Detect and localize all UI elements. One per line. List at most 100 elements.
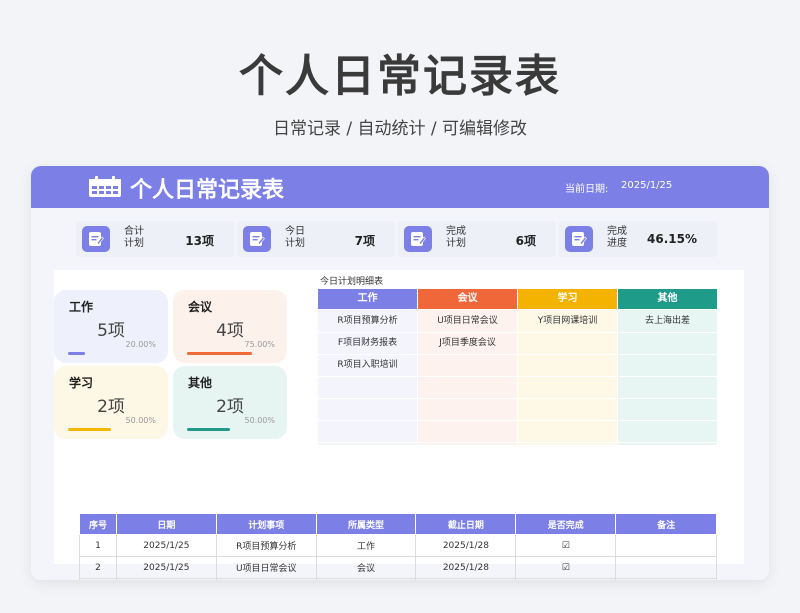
stat-label: 完成 进度 [607, 226, 647, 250]
table-cell[interactable]: R项目预算分析 [215, 534, 317, 557]
detail-cell[interactable] [418, 354, 517, 377]
detail-cell[interactable] [318, 376, 417, 399]
stat-value: 46.15% [647, 232, 697, 246]
stat-label-line: 完成 [607, 226, 627, 237]
current-date: 2025/1/25 [621, 180, 673, 191]
table-cell[interactable]: 2025/1/28 [415, 556, 517, 579]
category-card: 会议 4项 75.00% [173, 290, 287, 363]
stat-label-line: 进度 [607, 238, 627, 249]
stat-value: 6项 [515, 234, 536, 248]
table-cell[interactable]: 2025/1/25 [115, 534, 217, 557]
sheet-banner: 个人日常记录表 当前日期: 2025/1/25 [31, 166, 769, 208]
detail-cell[interactable]: J项目季度会议 [418, 332, 517, 355]
detail-cell[interactable] [618, 398, 717, 421]
stat-label-line: 计划 [124, 238, 144, 249]
log-column-header: 所属类型 [315, 513, 417, 535]
category-name: 其他 [188, 376, 213, 390]
table-row: 2 2025/1/25 U项目日常会议 会议 2025/1/28 ☑ [79, 556, 717, 579]
category-count: 2项 [97, 397, 125, 417]
table-cell[interactable]: 2025/1/28 [415, 534, 517, 557]
detail-column-header: 会议 [418, 289, 517, 309]
log-column-header: 是否完成 [515, 513, 617, 535]
plan-log-table: 序号 日期 计划事项 所属类型 截止日期 是否完成 备注 1 2025/1/25 R项目预算分析… [79, 513, 717, 580]
detail-cell[interactable] [618, 420, 717, 443]
stat-card: 完成 计划 6项 [398, 221, 556, 257]
detail-cell[interactable]: Y项目网课培训 [518, 310, 617, 333]
table-cell[interactable]: 会议 [315, 578, 417, 580]
detail-column-body: R项目预算分析 F项目财务报表 R项目入职培训 [318, 310, 417, 445]
detail-cell[interactable] [618, 376, 717, 399]
stat-label-line: 计划 [285, 238, 305, 249]
completed-checkbox[interactable]: ☑ [515, 534, 617, 557]
stat-card: 完成 进度 46.15% [559, 221, 717, 257]
log-column-header: 截止日期 [415, 513, 517, 535]
category-percent: 50.00% [244, 416, 275, 425]
table-cell[interactable]: 1 [79, 534, 117, 557]
page-subtitle: 日常记录 / 自动统计 / 可编辑修改 [272, 119, 528, 139]
detail-cell[interactable]: R项目入职培训 [318, 354, 417, 377]
page-title: 个人日常记录表 [239, 51, 561, 102]
stat-label: 合计 计划 [124, 226, 164, 250]
category-name: 学习 [69, 376, 94, 390]
detail-cell[interactable]: 去上海出差 [618, 310, 717, 333]
detail-cell[interactable] [418, 398, 517, 421]
completed-checkbox[interactable]: ☑ [515, 556, 617, 579]
detail-cell[interactable] [518, 332, 617, 355]
detail-cell[interactable]: R项目预算分析 [318, 310, 417, 333]
sheet-title: 个人日常记录表 [130, 178, 285, 203]
detail-cell[interactable]: F项目财务报表 [318, 332, 417, 355]
detail-cell[interactable] [318, 420, 417, 443]
completed-checkbox[interactable]: ☑ [515, 578, 617, 580]
table-cell[interactable] [615, 534, 717, 557]
table-row: 1 2025/1/25 R项目预算分析 工作 2025/1/28 ☑ [79, 534, 717, 557]
log-column-header: 计划事项 [215, 513, 317, 535]
table-cell[interactable]: 会议 [315, 556, 417, 579]
detail-cell[interactable] [418, 420, 517, 443]
detail-cell[interactable] [618, 354, 717, 377]
table-cell[interactable]: J项目季度会议 [215, 578, 317, 580]
table-cell[interactable]: U项目日常会议 [215, 556, 317, 579]
table-cell[interactable] [615, 578, 717, 580]
stat-value: 7项 [354, 234, 375, 248]
detail-cell[interactable] [518, 420, 617, 443]
category-card: 学习 2项 50.00% [54, 366, 168, 439]
detail-cell[interactable] [518, 376, 617, 399]
detail-column-body: 去上海出差 [618, 310, 717, 445]
category-count: 4项 [216, 321, 244, 341]
log-column-header: 序号 [79, 513, 117, 535]
table-cell[interactable]: 工作 [315, 534, 417, 557]
stat-label-line: 完成 [446, 226, 466, 237]
detail-cell[interactable] [518, 354, 617, 377]
detail-cell[interactable] [518, 398, 617, 421]
edit-icon [404, 226, 432, 252]
stat-label: 完成 计划 [446, 226, 486, 250]
log-header-row: 序号 日期 计划事项 所属类型 截止日期 是否完成 备注 [79, 513, 717, 535]
table-cell[interactable]: 2025/1/25 [115, 578, 217, 580]
category-progress-bar [187, 428, 230, 431]
detail-cell[interactable]: U项目日常会议 [418, 310, 517, 333]
category-percent: 20.00% [125, 340, 156, 349]
category-progress-bar [68, 428, 111, 431]
detail-cell[interactable] [318, 398, 417, 421]
record-sheet-card: 个人日常记录表 当前日期: 2025/1/25 合计 计划 13项 今日 计划 7项 完成计… [31, 166, 769, 580]
log-column-header: 日期 [115, 513, 217, 535]
sheet-body: 合计 计划 13项 今日 计划 7项 完成 计划 6项 完成 进度 46.15% 工作 5项 20.00%… [31, 208, 769, 580]
detail-cell[interactable] [418, 376, 517, 399]
category-card: 工作 5项 20.00% [54, 290, 168, 363]
table-cell[interactable]: 3 [79, 578, 117, 580]
log-column-header: 备注 [615, 513, 717, 535]
stat-label-line: 计划 [446, 238, 466, 249]
stat-label-line: 今日 [285, 226, 305, 237]
detail-column-header: 其他 [618, 289, 717, 309]
detail-column-header: 工作 [318, 289, 417, 309]
detail-cell[interactable] [618, 332, 717, 355]
stat-value: 13项 [185, 234, 214, 248]
detail-column-header: 学习 [518, 289, 617, 309]
category-name: 工作 [69, 300, 94, 314]
table-cell[interactable]: 2025/1/28 [415, 578, 517, 580]
category-name: 会议 [188, 300, 213, 314]
table-cell[interactable] [615, 556, 717, 579]
calendar-icon [89, 176, 121, 197]
table-cell[interactable]: 2025/1/25 [115, 556, 217, 579]
table-cell[interactable]: 2 [79, 556, 117, 579]
